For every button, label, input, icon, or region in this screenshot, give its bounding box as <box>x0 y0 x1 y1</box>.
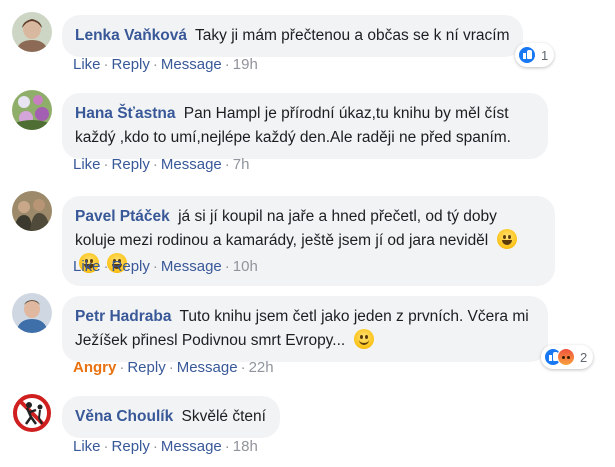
avatar[interactable] <box>12 293 52 333</box>
comment-actions: Angry · Reply · Message · 22h <box>73 359 274 376</box>
comment-bubble: Petr Hadraba Tuto knihu jsem četl jako j… <box>62 296 548 362</box>
comment-timestamp[interactable]: 18h <box>233 438 258 455</box>
smiling-emoji-icon <box>353 329 374 349</box>
reply-button[interactable]: Reply <box>112 438 150 455</box>
comment-actions: Like · Reply · Message · 19h <box>73 56 258 73</box>
comment-bubble: Lenka Vaňková Taky ji mám přečtenou a ob… <box>62 15 524 57</box>
comment-text: Skvělé čtení <box>181 408 266 425</box>
comment-timestamp[interactable]: 7h <box>233 156 250 173</box>
comment-author[interactable]: Lenka Vaňková <box>75 27 187 44</box>
avatar[interactable] <box>12 12 52 52</box>
comment-actions: Like · Reply · Message · 7h <box>73 156 250 173</box>
avatar[interactable] <box>12 90 52 130</box>
reply-button[interactable]: Reply <box>112 156 150 173</box>
message-button[interactable]: Message <box>177 359 238 376</box>
comment-text: Taky ji mám přečtenou a občas se k ní vr… <box>195 27 510 44</box>
like-reaction-icon <box>518 46 536 64</box>
message-button[interactable]: Message <box>161 438 222 455</box>
grinning-emoji-icon <box>496 229 517 249</box>
message-button[interactable]: Message <box>161 56 222 73</box>
like-button[interactable]: Like <box>73 258 101 275</box>
comment-author[interactable]: Pavel Ptáček <box>75 208 170 225</box>
message-button[interactable]: Message <box>161 156 222 173</box>
avatar[interactable] <box>12 191 52 231</box>
comment-actions: Like · Reply · Message · 18h <box>73 438 258 455</box>
comment-timestamp[interactable]: 19h <box>233 56 258 73</box>
comment-bubble: Věna Choulík Skvělé čtení <box>62 396 280 438</box>
comment-timestamp[interactable]: 22h <box>249 359 274 376</box>
reaction-summary[interactable]: 1 <box>515 43 555 67</box>
like-button[interactable]: Like <box>73 438 101 455</box>
reply-button[interactable]: Reply <box>112 258 150 275</box>
reaction-count: 1 <box>541 47 549 63</box>
angry-reaction-button[interactable]: Angry <box>73 359 116 376</box>
comment-author[interactable]: Hana Šťastna <box>75 105 175 122</box>
comment-actions: Like · Reply · Message · 10h <box>73 258 258 275</box>
like-button[interactable]: Like <box>73 156 101 173</box>
reply-button[interactable]: Reply <box>127 359 165 376</box>
reaction-count: 2 <box>580 349 588 365</box>
reply-button[interactable]: Reply <box>112 56 150 73</box>
avatar[interactable] <box>12 393 52 433</box>
comment-timestamp[interactable]: 10h <box>233 258 258 275</box>
comment-author[interactable]: Petr Hadraba <box>75 308 171 325</box>
comment-author[interactable]: Věna Choulík <box>75 408 173 425</box>
angry-reaction-icon <box>557 348 575 366</box>
like-button[interactable]: Like <box>73 56 101 73</box>
reaction-summary[interactable]: 2 <box>541 345 594 369</box>
message-button[interactable]: Message <box>161 258 222 275</box>
comment-bubble: Hana Šťastna Pan Hampl je přírodní úkaz,… <box>62 93 548 159</box>
